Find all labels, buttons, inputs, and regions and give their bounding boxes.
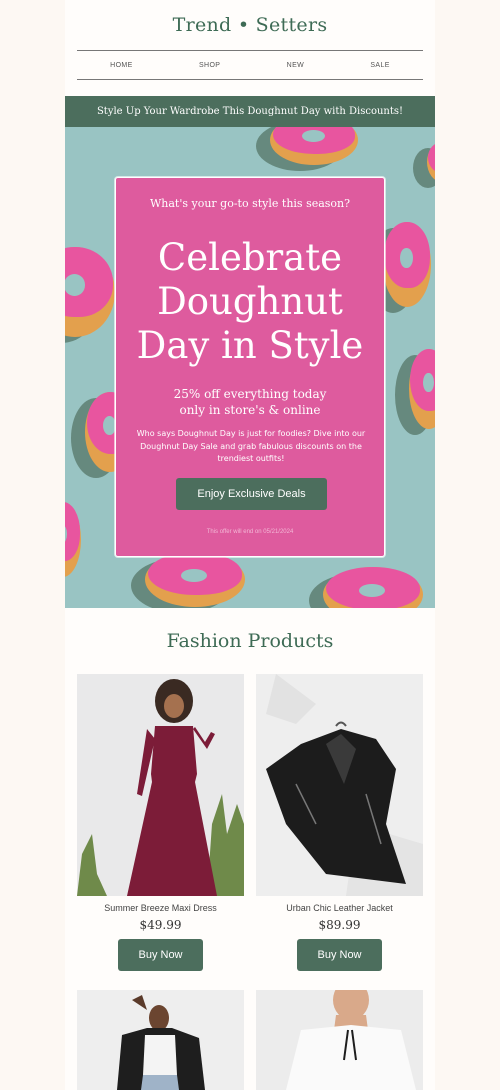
doughnut-decoration bbox=[409, 349, 435, 429]
product-image-dress[interactable] bbox=[77, 674, 244, 896]
doughnut-decoration bbox=[65, 502, 81, 577]
hero-banner: What's your go-to style this season? Cel… bbox=[65, 127, 435, 608]
doughnut-decoration bbox=[427, 142, 435, 182]
hero-question: What's your go-to style this season? bbox=[149, 197, 351, 210]
doughnut-decoration bbox=[383, 222, 431, 307]
hero-headline-line: Celebrate bbox=[157, 236, 343, 279]
buy-now-button[interactable]: Buy Now bbox=[118, 939, 203, 971]
promo-bar: Style Up Your Wardrobe This Doughnut Day… bbox=[65, 96, 435, 127]
products-section-title: Fashion Products bbox=[166, 630, 334, 652]
nav-new[interactable]: NEW bbox=[287, 62, 305, 69]
nav-sale[interactable]: SALE bbox=[370, 62, 390, 69]
hero-offer-line: only in store's & online bbox=[179, 403, 321, 417]
hero-description: Who says Doughnut Day is just for foodie… bbox=[136, 429, 366, 463]
main-nav: HOME SHOP NEW SALE bbox=[77, 50, 423, 80]
hero-offer-line: 25% off everything today bbox=[173, 387, 327, 401]
product-name: Summer Breeze Maxi Dress bbox=[104, 903, 217, 913]
product-image-blouse[interactable] bbox=[256, 990, 423, 1090]
doughnut-decoration bbox=[145, 552, 245, 607]
doughnut-decoration bbox=[65, 247, 115, 337]
product-image-jacket[interactable] bbox=[256, 674, 423, 896]
offer-fine-print: This offer will end on 05/21/2024 bbox=[206, 529, 294, 535]
nav-shop[interactable]: SHOP bbox=[199, 62, 220, 69]
product-image-top[interactable] bbox=[77, 990, 244, 1090]
doughnut-decoration bbox=[323, 567, 423, 608]
hero-headline-line: Day in Style bbox=[136, 324, 364, 367]
doughnut-decoration bbox=[270, 127, 358, 165]
buy-now-button[interactable]: Buy Now bbox=[297, 939, 382, 971]
product-price: $89.99 bbox=[318, 918, 361, 932]
brand-logo[interactable]: Trend • Setters bbox=[65, 14, 435, 36]
product-card bbox=[77, 990, 244, 1090]
product-price: $49.99 bbox=[139, 918, 182, 932]
enjoy-deals-button[interactable]: Enjoy Exclusive Deals bbox=[176, 478, 327, 510]
product-card bbox=[256, 990, 423, 1090]
product-name: Urban Chic Leather Jacket bbox=[286, 903, 393, 913]
email-container: Trend • Setters HOME SHOP NEW SALE Style… bbox=[65, 0, 435, 1090]
hero-card: What's your go-to style this season? Cel… bbox=[115, 177, 385, 557]
nav-home[interactable]: HOME bbox=[110, 62, 133, 69]
hero-headline: Celebrate Doughnut Day in Style bbox=[116, 236, 384, 368]
product-card: Urban Chic Leather Jacket $89.99 Buy Now bbox=[256, 674, 423, 974]
product-card: Summer Breeze Maxi Dress $49.99 Buy Now bbox=[77, 674, 244, 974]
hero-headline-line: Doughnut bbox=[157, 280, 343, 323]
